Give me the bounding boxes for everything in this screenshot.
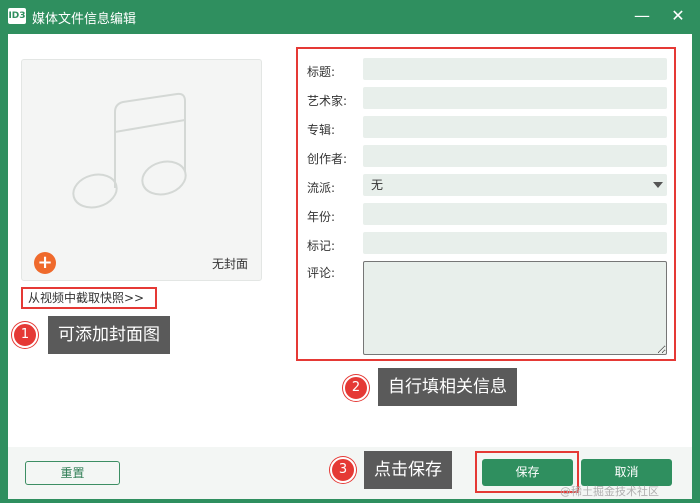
music-note-icon: [72, 92, 187, 209]
genre-value: 无: [371, 178, 384, 192]
album-input[interactable]: [363, 116, 667, 138]
cover-image-area[interactable]: [21, 59, 262, 281]
cancel-button[interactable]: 取消: [581, 459, 672, 486]
artist-label: 艺术家:: [307, 94, 348, 108]
callout-badge-1: 1: [12, 322, 38, 348]
title-label: 标题:: [307, 65, 336, 79]
no-cover-label: 无封面: [212, 257, 249, 271]
tag-label: 标记:: [307, 239, 336, 253]
composer-label: 创作者:: [307, 152, 348, 166]
callout-text-2: 自行填相关信息: [378, 368, 517, 406]
id3-app-icon: ID3: [8, 8, 26, 24]
title-bar[interactable]: ID3 媒体文件信息编辑 — ✕: [0, 0, 700, 34]
comment-textarea[interactable]: [363, 261, 667, 355]
callout-text-1: 可添加封面图: [48, 316, 170, 354]
save-button[interactable]: 保存: [482, 459, 573, 486]
composer-input[interactable]: [363, 145, 667, 167]
genre-label: 流派:: [307, 181, 336, 195]
album-label: 专辑:: [307, 123, 336, 137]
watermark: @稀土掘金技术社区: [560, 485, 659, 498]
artist-input[interactable]: [363, 87, 667, 109]
close-icon[interactable]: ✕: [666, 5, 690, 27]
title-input[interactable]: [363, 58, 667, 80]
year-input[interactable]: [363, 203, 667, 225]
dropdown-arrow-icon: [653, 182, 663, 188]
comment-label: 评论:: [307, 266, 336, 280]
genre-select[interactable]: 无: [363, 174, 667, 196]
year-label: 年份:: [307, 210, 336, 224]
add-cover-button[interactable]: +: [34, 252, 56, 274]
callout-text-3: 点击保存: [364, 451, 452, 489]
minimize-icon[interactable]: —: [630, 5, 654, 27]
callout-badge-3: 3: [330, 457, 356, 483]
window-title: 媒体文件信息编辑: [32, 12, 137, 27]
reset-button[interactable]: 重置: [25, 461, 120, 485]
tag-input[interactable]: [363, 232, 667, 254]
callout-badge-2: 2: [343, 375, 369, 401]
capture-snapshot-link[interactable]: 从视频中截取快照>>: [21, 287, 157, 309]
